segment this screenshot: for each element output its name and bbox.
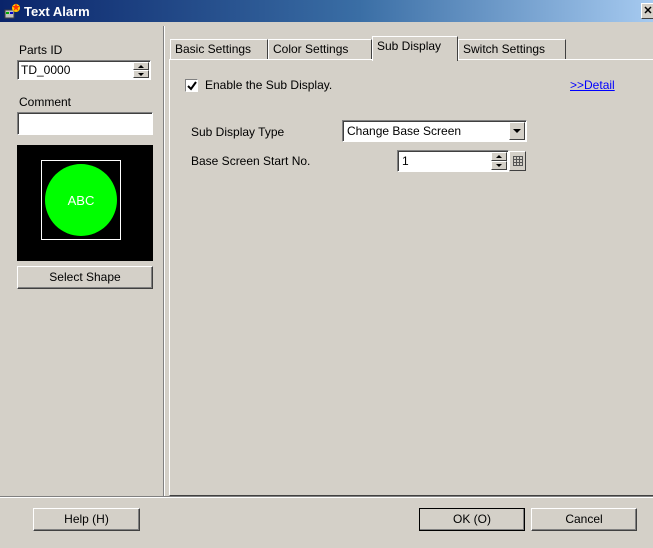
preview-text: ABC [67, 192, 95, 208]
tab-label: Switch Settings [463, 42, 546, 56]
spin-up-icon[interactable] [133, 62, 149, 70]
base-screen-start-spinner[interactable] [491, 152, 507, 170]
base-screen-start-label: Base Screen Start No. [191, 154, 311, 168]
sub-display-type-value: Change Base Screen [347, 124, 462, 138]
tab-color-settings[interactable]: Color Settings [268, 39, 372, 60]
comment-field[interactable] [17, 112, 153, 135]
title-bar: Text Alarm ✕ [0, 0, 653, 22]
spin-up-icon[interactable] [491, 152, 507, 161]
tab-label: Sub Display [377, 39, 442, 53]
tab-label: Color Settings [273, 42, 349, 56]
cancel-button[interactable]: Cancel [531, 508, 637, 531]
text-alarm-app-icon [4, 3, 22, 19]
checkmark-icon [187, 81, 197, 91]
parts-id-label: Parts ID [19, 43, 63, 57]
spin-down-icon[interactable] [133, 70, 149, 78]
parts-id-spinner[interactable] [133, 62, 149, 78]
base-screen-start-value: 1 [402, 154, 409, 168]
tab-switch-settings[interactable]: Switch Settings [458, 39, 566, 60]
shape-preview: ABC [17, 145, 153, 261]
detail-link[interactable]: >>Detail [570, 78, 615, 92]
tab-basic-settings[interactable]: Basic Settings [170, 39, 268, 60]
chevron-down-icon[interactable] [509, 122, 525, 140]
window-title: Text Alarm [24, 3, 90, 19]
comment-label: Comment [19, 95, 72, 109]
cancel-label: Cancel [565, 512, 603, 526]
enable-sub-display-label: Enable the Sub Display. [205, 78, 333, 92]
parts-id-field[interactable]: TD_0000 [17, 60, 151, 80]
help-label: Help (H) [64, 512, 109, 526]
footer-divider [0, 496, 653, 498]
enable-sub-display-checkbox[interactable] [185, 79, 198, 92]
ok-button[interactable]: OK (O) [419, 508, 525, 531]
preview-circle-shape: ABC [45, 164, 117, 236]
tab-label: Basic Settings [175, 42, 252, 56]
sidebar-divider [163, 26, 165, 496]
parts-id-value: TD_0000 [21, 63, 71, 77]
sub-display-type-select[interactable]: Change Base Screen [342, 120, 527, 142]
tab-sub-display[interactable]: Sub Display [372, 36, 458, 61]
sub-display-type-label: Sub Display Type [191, 125, 285, 139]
help-button[interactable]: Help (H) [33, 508, 140, 531]
select-shape-label: Select Shape [49, 270, 121, 284]
close-button[interactable]: ✕ [641, 3, 653, 19]
spin-down-icon[interactable] [491, 161, 507, 170]
select-shape-button[interactable]: Select Shape [17, 266, 153, 289]
keypad-icon[interactable] [509, 151, 526, 171]
ok-label: OK (O) [453, 512, 491, 526]
